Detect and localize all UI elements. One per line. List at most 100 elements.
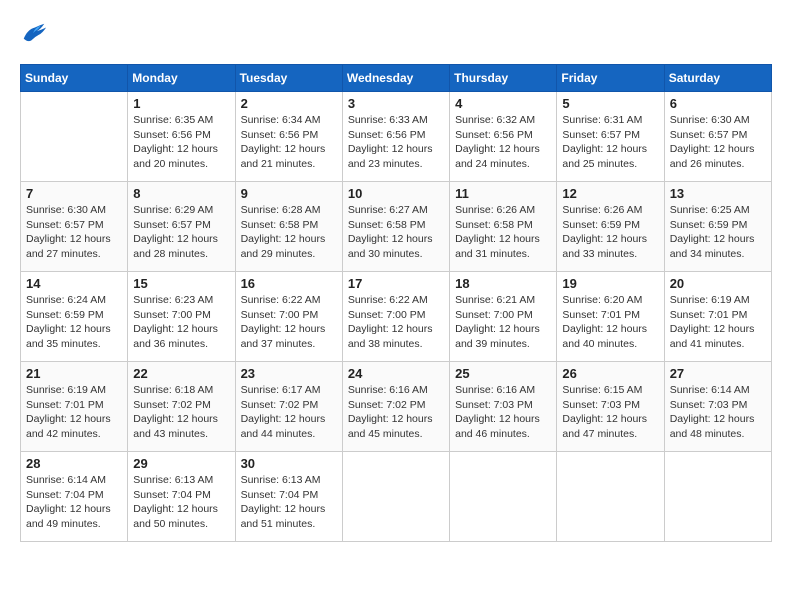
day-number: 24: [348, 366, 444, 381]
day-cell: [664, 452, 771, 542]
day-cell: 10 Sunrise: 6:27 AM Sunset: 6:58 PM Dayli…: [342, 182, 449, 272]
day-cell: 14 Sunrise: 6:24 AM Sunset: 6:59 PM Dayli…: [21, 272, 128, 362]
day-info: Sunrise: 6:23 AM Sunset: 7:00 PM Dayligh…: [133, 293, 229, 352]
day-number: 13: [670, 186, 766, 201]
header-thursday: Thursday: [450, 65, 557, 92]
day-cell: 5 Sunrise: 6:31 AM Sunset: 6:57 PM Daylig…: [557, 92, 664, 182]
day-info: Sunrise: 6:20 AM Sunset: 7:01 PM Dayligh…: [562, 293, 658, 352]
day-number: 27: [670, 366, 766, 381]
day-info: Sunrise: 6:27 AM Sunset: 6:58 PM Dayligh…: [348, 203, 444, 262]
page-header: [20, 20, 772, 48]
day-cell: 11Sunrise: 6:26 AM Sunset: 6:58 PM Dayli…: [450, 182, 557, 272]
calendar-table: SundayMondayTuesdayWednesdayThursdayFrid…: [20, 64, 772, 542]
day-cell: 30Sunrise: 6:13 AM Sunset: 7:04 PM Dayli…: [235, 452, 342, 542]
day-cell: 26Sunrise: 6:15 AM Sunset: 7:03 PM Dayli…: [557, 362, 664, 452]
day-cell: 1 Sunrise: 6:35 AM Sunset: 6:56 PM Daylig…: [128, 92, 235, 182]
day-number: 25: [455, 366, 551, 381]
day-info: Sunrise: 6:16 AM Sunset: 7:03 PM Dayligh…: [455, 383, 551, 442]
day-number: 29: [133, 456, 229, 471]
calendar-header-row: SundayMondayTuesdayWednesdayThursdayFrid…: [21, 65, 772, 92]
day-info: Sunrise: 6:13 AM Sunset: 7:04 PM Dayligh…: [133, 473, 229, 532]
day-cell: 18 Sunrise: 6:21 AM Sunset: 7:00 PM Dayli…: [450, 272, 557, 362]
day-info: Sunrise: 6:19 AM Sunset: 7:01 PM Dayligh…: [26, 383, 122, 442]
day-info: Sunrise: 6:31 AM Sunset: 6:57 PM Dayligh…: [562, 113, 658, 172]
day-number: 19: [562, 276, 658, 291]
day-number: 14: [26, 276, 122, 291]
header-saturday: Saturday: [664, 65, 771, 92]
day-cell: 21 Sunrise: 6:19 AM Sunset: 7:01 PM Dayli…: [21, 362, 128, 452]
day-cell: 8Sunrise: 6:29 AM Sunset: 6:57 PM Daylig…: [128, 182, 235, 272]
day-number: 7: [26, 186, 122, 201]
week-row-3: 14 Sunrise: 6:24 AM Sunset: 6:59 PM Dayli…: [21, 272, 772, 362]
day-cell: 3 Sunrise: 6:33 AM Sunset: 6:56 PM Daylig…: [342, 92, 449, 182]
day-number: 30: [241, 456, 337, 471]
day-cell: 7Sunrise: 6:30 AM Sunset: 6:57 PM Daylig…: [21, 182, 128, 272]
logo-bird-icon: [20, 20, 48, 48]
day-number: 28: [26, 456, 122, 471]
day-cell: 23 Sunrise: 6:17 AM Sunset: 7:02 PM Dayli…: [235, 362, 342, 452]
day-info: Sunrise: 6:35 AM Sunset: 6:56 PM Dayligh…: [133, 113, 229, 172]
day-number: 3: [348, 96, 444, 111]
day-cell: 29 Sunrise: 6:13 AM Sunset: 7:04 PM Dayli…: [128, 452, 235, 542]
day-info: Sunrise: 6:22 AM Sunset: 7:00 PM Dayligh…: [241, 293, 337, 352]
day-info: Sunrise: 6:24 AM Sunset: 6:59 PM Dayligh…: [26, 293, 122, 352]
day-cell: [342, 452, 449, 542]
day-cell: 6 Sunrise: 6:30 AM Sunset: 6:57 PM Daylig…: [664, 92, 771, 182]
day-cell: 4 Sunrise: 6:32 AM Sunset: 6:56 PM Daylig…: [450, 92, 557, 182]
day-cell: 13 Sunrise: 6:25 AM Sunset: 6:59 PM Dayli…: [664, 182, 771, 272]
day-cell: 22Sunrise: 6:18 AM Sunset: 7:02 PM Dayli…: [128, 362, 235, 452]
day-cell: 17Sunrise: 6:22 AM Sunset: 7:00 PM Dayli…: [342, 272, 449, 362]
day-cell: [557, 452, 664, 542]
day-info: Sunrise: 6:21 AM Sunset: 7:00 PM Dayligh…: [455, 293, 551, 352]
day-number: 18: [455, 276, 551, 291]
day-cell: 2 Sunrise: 6:34 AM Sunset: 6:56 PM Daylig…: [235, 92, 342, 182]
day-info: Sunrise: 6:18 AM Sunset: 7:02 PM Dayligh…: [133, 383, 229, 442]
day-cell: 24 Sunrise: 6:16 AM Sunset: 7:02 PM Dayli…: [342, 362, 449, 452]
day-number: 9: [241, 186, 337, 201]
day-info: Sunrise: 6:32 AM Sunset: 6:56 PM Dayligh…: [455, 113, 551, 172]
header-wednesday: Wednesday: [342, 65, 449, 92]
day-cell: [450, 452, 557, 542]
day-info: Sunrise: 6:17 AM Sunset: 7:02 PM Dayligh…: [241, 383, 337, 442]
day-number: 16: [241, 276, 337, 291]
day-info: Sunrise: 6:29 AM Sunset: 6:57 PM Dayligh…: [133, 203, 229, 262]
header-sunday: Sunday: [21, 65, 128, 92]
day-info: Sunrise: 6:30 AM Sunset: 6:57 PM Dayligh…: [670, 113, 766, 172]
day-number: 21: [26, 366, 122, 381]
day-number: 23: [241, 366, 337, 381]
day-info: Sunrise: 6:14 AM Sunset: 7:04 PM Dayligh…: [26, 473, 122, 532]
day-number: 12: [562, 186, 658, 201]
day-cell: 15 Sunrise: 6:23 AM Sunset: 7:00 PM Dayli…: [128, 272, 235, 362]
day-info: Sunrise: 6:25 AM Sunset: 6:59 PM Dayligh…: [670, 203, 766, 262]
day-cell: 19 Sunrise: 6:20 AM Sunset: 7:01 PM Dayli…: [557, 272, 664, 362]
week-row-5: 28 Sunrise: 6:14 AM Sunset: 7:04 PM Dayli…: [21, 452, 772, 542]
day-info: Sunrise: 6:22 AM Sunset: 7:00 PM Dayligh…: [348, 293, 444, 352]
day-cell: 9 Sunrise: 6:28 AM Sunset: 6:58 PM Daylig…: [235, 182, 342, 272]
day-info: Sunrise: 6:26 AM Sunset: 6:59 PM Dayligh…: [562, 203, 658, 262]
day-number: 6: [670, 96, 766, 111]
day-cell: 28 Sunrise: 6:14 AM Sunset: 7:04 PM Dayli…: [21, 452, 128, 542]
day-cell: 20Sunrise: 6:19 AM Sunset: 7:01 PM Dayli…: [664, 272, 771, 362]
day-info: Sunrise: 6:16 AM Sunset: 7:02 PM Dayligh…: [348, 383, 444, 442]
day-info: Sunrise: 6:33 AM Sunset: 6:56 PM Dayligh…: [348, 113, 444, 172]
day-info: Sunrise: 6:28 AM Sunset: 6:58 PM Dayligh…: [241, 203, 337, 262]
day-number: 10: [348, 186, 444, 201]
header-tuesday: Tuesday: [235, 65, 342, 92]
day-cell: 27 Sunrise: 6:14 AM Sunset: 7:03 PM Dayli…: [664, 362, 771, 452]
day-number: 15: [133, 276, 229, 291]
week-row-4: 21 Sunrise: 6:19 AM Sunset: 7:01 PM Dayli…: [21, 362, 772, 452]
day-number: 2: [241, 96, 337, 111]
day-cell: [21, 92, 128, 182]
day-cell: 25 Sunrise: 6:16 AM Sunset: 7:03 PM Dayli…: [450, 362, 557, 452]
week-row-2: 7Sunrise: 6:30 AM Sunset: 6:57 PM Daylig…: [21, 182, 772, 272]
day-info: Sunrise: 6:14 AM Sunset: 7:03 PM Dayligh…: [670, 383, 766, 442]
header-monday: Monday: [128, 65, 235, 92]
day-number: 20: [670, 276, 766, 291]
day-info: Sunrise: 6:34 AM Sunset: 6:56 PM Dayligh…: [241, 113, 337, 172]
day-number: 1: [133, 96, 229, 111]
day-cell: 16 Sunrise: 6:22 AM Sunset: 7:00 PM Dayli…: [235, 272, 342, 362]
day-number: 4: [455, 96, 551, 111]
day-cell: 12 Sunrise: 6:26 AM Sunset: 6:59 PM Dayli…: [557, 182, 664, 272]
day-number: 5: [562, 96, 658, 111]
day-info: Sunrise: 6:26 AM Sunset: 6:58 PM Dayligh…: [455, 203, 551, 262]
